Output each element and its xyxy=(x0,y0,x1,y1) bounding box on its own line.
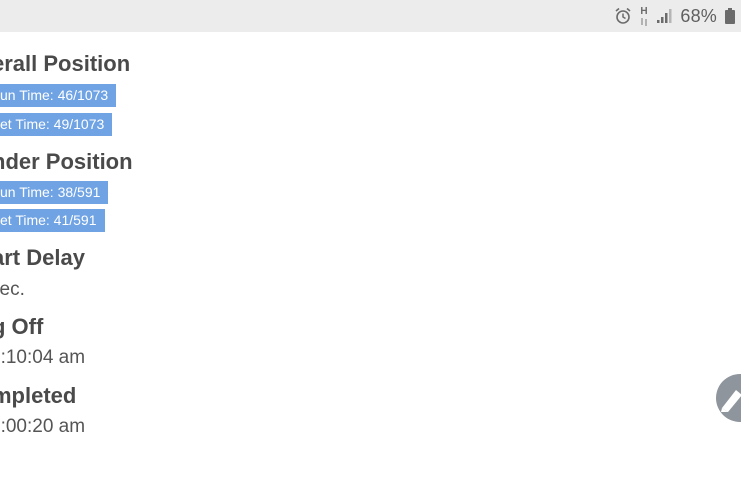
start-delay-value: sec. xyxy=(0,279,25,300)
overall-position-heading: erall Position xyxy=(0,51,131,76)
completed-value: 3:00:20 am xyxy=(0,416,86,437)
gun-off-value: 7:10:04 am xyxy=(0,347,86,368)
results-content: erall Position un Time: 46/1073 et Time:… xyxy=(0,0,741,486)
pencil-icon xyxy=(721,390,741,412)
gender-net-time[interactable]: et Time: 41/591 xyxy=(0,209,105,232)
gender-gun-time[interactable]: un Time: 38/591 xyxy=(0,181,109,204)
overall-gun-time[interactable]: un Time: 46/1073 xyxy=(0,84,117,107)
start-delay-heading: art Delay xyxy=(0,245,85,270)
gender-position-heading: nder Position xyxy=(0,149,133,174)
gun-off-heading: g Off xyxy=(0,314,44,339)
completed-heading: mpleted xyxy=(0,383,77,408)
overall-net-time[interactable]: et Time: 49/1073 xyxy=(0,113,113,136)
